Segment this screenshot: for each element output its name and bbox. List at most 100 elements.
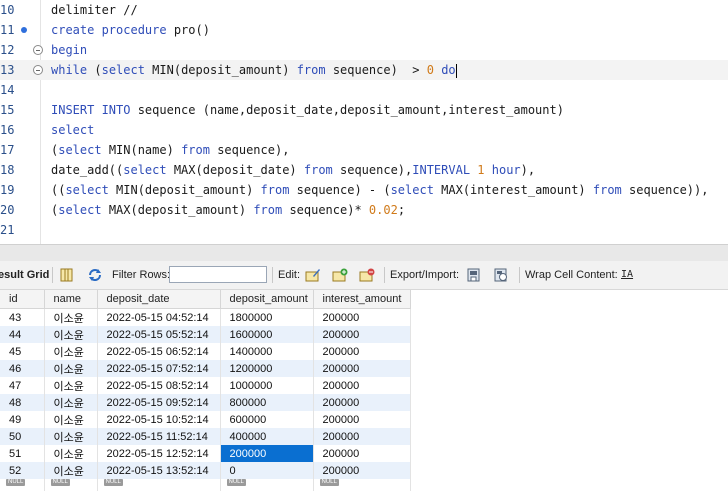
cell-deposit-amount[interactable]: 0 [220, 462, 314, 479]
edit-row-icon[interactable] [305, 268, 321, 282]
filter-rows-input[interactable] [169, 266, 267, 283]
cell-name[interactable]: 이소윤 [44, 326, 98, 343]
code-line[interactable]: 18 date_add((select MAX(deposit_date) fro… [0, 160, 728, 180]
import-icon[interactable] [494, 268, 510, 282]
table-row[interactable]: 45 이소윤 2022-05-15 06:52:14 1400000 200000 [0, 343, 411, 360]
table-row[interactable]: 43 이소윤 2022-05-15 04:52:14 1800000 200000 [0, 308, 411, 326]
cell-id[interactable]: 47 [0, 377, 45, 394]
code-line[interactable]: 20 (select MAX(deposit_amount) from seque… [0, 200, 728, 220]
table-row[interactable]: 52 이소윤 2022-05-15 13:52:14 0 200000 [0, 462, 411, 479]
cell-name[interactable]: 이소윤 [44, 343, 98, 360]
table-row[interactable]: 51 이소윤 2022-05-15 12:52:14 200000 200000 [0, 445, 411, 462]
cell-interest-amount[interactable]: 200000 [313, 462, 411, 479]
cell-id[interactable]: 48 [0, 394, 45, 411]
cell-deposit-amount[interactable]: 800000 [220, 394, 314, 411]
cell-name[interactable]: 이소윤 [44, 394, 98, 411]
table-row[interactable]: 46 이소윤 2022-05-15 07:52:14 1200000 200000 [0, 360, 411, 377]
table-row[interactable]: 50 이소윤 2022-05-15 11:52:14 400000 200000 [0, 428, 411, 445]
cell-id[interactable]: 51 [0, 445, 45, 462]
cell-id[interactable]: 43 [0, 308, 45, 326]
sql-editor[interactable]: 10 delimiter //11 create procedure pro() 12… [0, 0, 728, 244]
cell-name[interactable]: 이소윤 [44, 377, 98, 394]
cell-deposit-amount[interactable]: 600000 [220, 411, 314, 428]
code-line[interactable]: 12 begin [0, 40, 728, 60]
cell-id[interactable]: 44 [0, 326, 45, 343]
cell-name[interactable]: 이소윤 [44, 411, 98, 428]
cell-deposit-amount[interactable]: 1600000 [220, 326, 314, 343]
cell-deposit-date[interactable]: 2022-05-15 06:52:14 [97, 343, 221, 360]
table-row[interactable]: 48 이소윤 2022-05-15 09:52:14 800000 200000 [0, 394, 411, 411]
cell-deposit-amount[interactable]: 200000 [220, 445, 314, 462]
column-header-name[interactable]: name [44, 290, 98, 309]
cell-interest-amount[interactable]: 200000 [313, 343, 411, 360]
table-row[interactable]: 49 이소윤 2022-05-15 10:52:14 600000 200000 [0, 411, 411, 428]
cell-deposit-date[interactable]: 2022-05-15 07:52:14 [97, 360, 221, 377]
refresh-icon[interactable] [87, 268, 103, 282]
fold-toggle-icon[interactable] [33, 65, 43, 75]
code-token: select [101, 63, 153, 77]
cell-deposit-amount[interactable]: 1200000 [220, 360, 314, 377]
cell-id[interactable]: 52 [0, 462, 45, 479]
add-row-icon[interactable] [332, 268, 348, 282]
cell-deposit-amount[interactable]: 1400000 [220, 343, 314, 360]
cell-id[interactable]: 46 [0, 360, 45, 377]
wrap-cell-content-toggle[interactable]: IA [621, 261, 633, 289]
cell-id[interactable]: 50 [0, 428, 45, 445]
code-line[interactable]: 16 select [0, 120, 728, 140]
panel-splitter[interactable] [0, 244, 728, 261]
column-header-deposit-amount[interactable]: deposit_amount [220, 290, 314, 309]
cell-deposit-amount[interactable]: 400000 [220, 428, 314, 445]
code-line[interactable]: 14 [0, 80, 728, 100]
null-cell[interactable]: NULL [313, 479, 411, 491]
cell-interest-amount[interactable]: 200000 [313, 428, 411, 445]
null-cell[interactable]: NULL [0, 479, 45, 491]
code-line[interactable]: 19 ((select MIN(deposit_amount) from sequ… [0, 180, 728, 200]
delete-row-icon[interactable] [359, 268, 375, 282]
cell-interest-amount[interactable]: 200000 [313, 411, 411, 428]
code-line[interactable]: 11 create procedure pro() [0, 20, 728, 40]
code-line[interactable]: 15 INSERT INTO sequence (name,deposit_dat… [0, 100, 728, 120]
code-token: MIN(deposit_amount) [116, 183, 261, 197]
export-icon[interactable] [467, 268, 483, 282]
code-line[interactable]: 10 delimiter // [0, 0, 728, 20]
column-header-deposit-date[interactable]: deposit_date [97, 290, 221, 309]
cell-deposit-date[interactable]: 2022-05-15 11:52:14 [97, 428, 221, 445]
cell-interest-amount[interactable]: 200000 [313, 394, 411, 411]
code-line[interactable]: 13 while (select MIN(deposit_amount) from… [0, 60, 728, 80]
cell-name[interactable]: 이소윤 [44, 360, 98, 377]
column-header-id[interactable]: id [0, 290, 45, 309]
cell-deposit-date[interactable]: 2022-05-15 12:52:14 [97, 445, 221, 462]
cell-deposit-date[interactable]: 2022-05-15 10:52:14 [97, 411, 221, 428]
result-grid-tab-label[interactable]: esult Grid [0, 261, 49, 289]
cell-deposit-amount[interactable]: 1000000 [220, 377, 314, 394]
cell-name[interactable]: 이소윤 [44, 445, 98, 462]
cell-interest-amount[interactable]: 200000 [313, 326, 411, 343]
cell-name[interactable]: 이소윤 [44, 462, 98, 479]
code-line[interactable]: 21 [0, 220, 728, 240]
result-grid[interactable]: id name deposit_date deposit_amount interest… [0, 290, 728, 494]
cell-deposit-date[interactable]: 2022-05-15 09:52:14 [97, 394, 221, 411]
cell-interest-amount[interactable]: 200000 [313, 445, 411, 462]
cell-deposit-amount[interactable]: 1800000 [220, 308, 314, 326]
new-row-placeholder[interactable]: NULL NULL NULL NULL NULL [0, 479, 411, 491]
null-cell[interactable]: NULL [220, 479, 314, 491]
cell-deposit-date[interactable]: 2022-05-15 13:52:14 [97, 462, 221, 479]
cell-id[interactable]: 49 [0, 411, 45, 428]
table-row[interactable]: 44 이소윤 2022-05-15 05:52:14 1600000 200000 [0, 326, 411, 343]
cell-deposit-date[interactable]: 2022-05-15 04:52:14 [97, 308, 221, 326]
cell-deposit-date[interactable]: 2022-05-15 08:52:14 [97, 377, 221, 394]
code-line[interactable]: 17 (select MIN(name) from sequence), [0, 140, 728, 160]
cell-name[interactable]: 이소윤 [44, 308, 98, 326]
cell-deposit-date[interactable]: 2022-05-15 05:52:14 [97, 326, 221, 343]
null-cell[interactable]: NULL [97, 479, 221, 491]
table-row[interactable]: 47 이소윤 2022-05-15 08:52:14 1000000 200000 [0, 377, 411, 394]
fold-toggle-icon[interactable] [33, 45, 43, 55]
form-editor-icon[interactable] [59, 268, 75, 282]
cell-name[interactable]: 이소윤 [44, 428, 98, 445]
cell-interest-amount[interactable]: 200000 [313, 360, 411, 377]
cell-interest-amount[interactable]: 200000 [313, 308, 411, 326]
cell-id[interactable]: 45 [0, 343, 45, 360]
null-cell[interactable]: NULL [44, 479, 98, 491]
cell-interest-amount[interactable]: 200000 [313, 377, 411, 394]
column-header-interest-amount[interactable]: interest_amount [313, 290, 411, 309]
